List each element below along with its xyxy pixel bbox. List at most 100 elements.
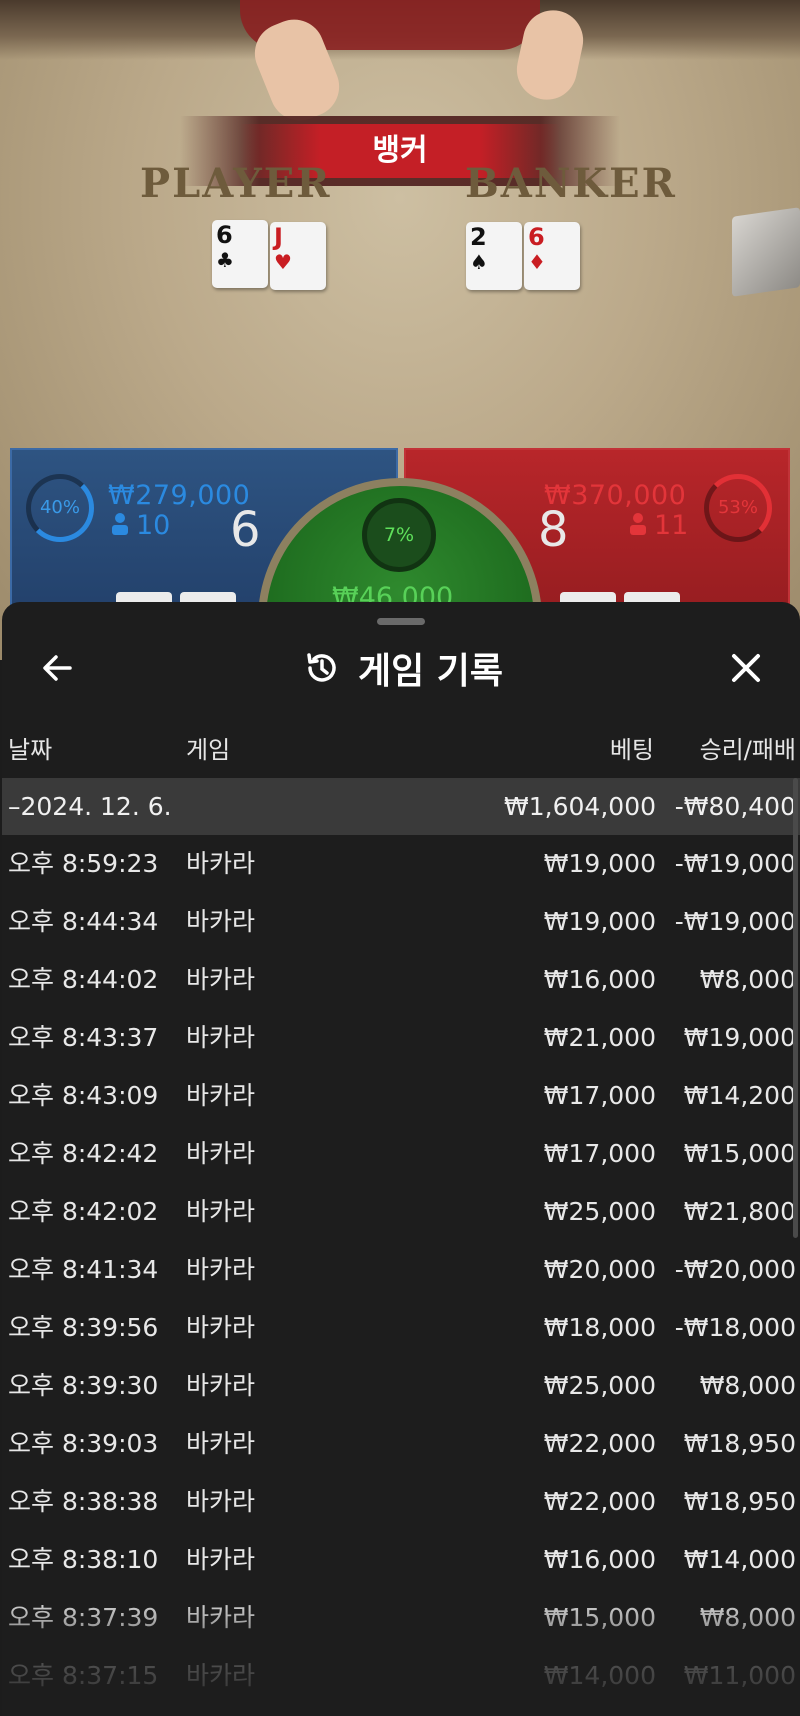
row-result: ₩19,000 xyxy=(683,1023,796,1052)
back-button[interactable] xyxy=(36,646,80,690)
date-group-row[interactable]: –2024. 12. 6. ₩1,604,000 -₩80,400 xyxy=(2,778,800,835)
drag-handle[interactable] xyxy=(377,618,425,625)
row-result: ₩11,000 xyxy=(683,1661,796,1690)
row-bet: ₩16,000 xyxy=(543,965,656,994)
row-bet: ₩22,000 xyxy=(543,1487,656,1516)
row-result: -₩19,000 xyxy=(674,907,796,936)
banker-percent: 53% xyxy=(717,497,758,518)
banker-score: 8 xyxy=(538,502,569,558)
row-bet: ₩17,000 xyxy=(543,1139,656,1168)
history-row[interactable]: 오후 8:43:37 바카라 ₩21,000 ₩19,000 xyxy=(2,1009,800,1067)
row-bet: ₩20,000 xyxy=(543,1255,656,1284)
row-time: 오후 8:59:23 xyxy=(8,849,159,878)
history-row[interactable]: 오후 8:38:38 바카라 ₩22,000 ₩18,950 xyxy=(2,1473,800,1531)
row-result: ₩15,000 xyxy=(683,1139,796,1168)
history-row[interactable]: 오후 8:42:42 바카라 ₩17,000 ₩15,000 xyxy=(2,1125,800,1183)
row-game: 바카라 xyxy=(186,1487,256,1516)
row-bet: ₩25,000 xyxy=(543,1197,656,1226)
history-row[interactable]: 오후 8:44:02 바카라 ₩16,000 ₩8,000 xyxy=(2,951,800,1009)
history-row[interactable]: 오후 8:59:23 바카라 ₩19,000 -₩19,000 xyxy=(2,835,800,893)
row-game: 바카라 xyxy=(186,965,256,994)
row-game: 바카라 xyxy=(186,1081,256,1110)
card-shoe xyxy=(732,207,800,297)
row-result: -₩20,000 xyxy=(674,1255,796,1284)
column-header-game: 게임 xyxy=(186,736,231,764)
row-time: 오후 8:44:34 xyxy=(8,907,159,936)
row-result: ₩8,000 xyxy=(699,965,796,994)
sheet-header: 게임 기록 xyxy=(2,632,800,704)
tie-percent-ring: 7% xyxy=(362,498,436,572)
history-row[interactable]: 오후 8:44:34 바카라 ₩19,000 -₩19,000 xyxy=(2,893,800,951)
row-game: 바카라 xyxy=(186,1603,256,1632)
row-time: 오후 8:44:02 xyxy=(8,965,159,994)
history-row[interactable]: 오후 8:41:34 바카라 ₩20,000 -₩20,000 xyxy=(2,1241,800,1299)
player-score: 6 xyxy=(230,502,261,558)
game-history-sheet: 게임 기록 날짜 게임 베팅 승리/패배 –2024. 12. 6. ₩1,60… xyxy=(2,602,800,1716)
history-row[interactable]: 오후 8:43:09 바카라 ₩17,000 ₩14,200 xyxy=(2,1067,800,1125)
player-percent-ring: 40% xyxy=(26,474,94,542)
row-bet: ₩22,000 xyxy=(543,1429,656,1458)
column-header-result: 승리/패배 xyxy=(699,736,796,764)
banker-felt-label: BANKER xyxy=(465,160,677,207)
player-felt-label: PLAYER xyxy=(140,160,332,207)
row-game: 바카라 xyxy=(186,1371,256,1400)
player-percent: 40% xyxy=(39,497,80,518)
row-result: -₩19,000 xyxy=(674,849,796,878)
row-result: ₩14,000 xyxy=(683,1545,796,1574)
column-header-bet: 베팅 xyxy=(609,736,654,764)
row-bet: ₩18,000 xyxy=(543,1313,656,1342)
row-time: 오후 8:38:10 xyxy=(8,1545,159,1574)
history-row[interactable]: 오후 8:39:30 바카라 ₩25,000 ₩8,000 xyxy=(2,1357,800,1415)
history-list: 오후 8:59:23 바카라 ₩19,000 -₩19,000 오후 8:44:34 바카… xyxy=(2,835,800,1705)
banker-percent-ring: 53% xyxy=(704,474,772,542)
row-bet: ₩19,000 xyxy=(543,907,656,936)
row-bet: ₩25,000 xyxy=(543,1371,656,1400)
user-icon xyxy=(110,512,130,540)
row-game: 바카라 xyxy=(186,1023,256,1052)
close-button[interactable] xyxy=(724,646,768,690)
row-time: 오후 8:43:37 xyxy=(8,1023,159,1052)
row-time: 오후 8:39:30 xyxy=(8,1371,159,1400)
row-result: ₩21,800 xyxy=(683,1197,796,1226)
banker-bettor-count: 11 xyxy=(654,510,689,541)
row-bet: ₩14,000 xyxy=(543,1661,656,1690)
row-time: 오후 8:42:42 xyxy=(8,1139,159,1168)
row-result: ₩8,000 xyxy=(699,1603,796,1632)
date-group-bet-total: ₩1,604,000 xyxy=(504,792,656,821)
history-icon xyxy=(307,653,336,682)
row-time: 오후 8:39:56 xyxy=(8,1313,159,1342)
row-game: 바카라 xyxy=(186,907,256,936)
history-row[interactable]: 오후 8:38:10 바카라 ₩16,000 ₩14,000 xyxy=(2,1531,800,1589)
row-bet: ₩19,000 xyxy=(543,849,656,878)
row-game: 바카라 xyxy=(186,1661,256,1690)
date-group-result-total: -₩80,400 xyxy=(674,792,796,821)
player-total-bet: ₩279,000 xyxy=(108,480,251,511)
close-icon xyxy=(732,654,760,682)
row-bet: ₩16,000 xyxy=(543,1545,656,1574)
player-card-2: J ♥ xyxy=(270,222,326,290)
row-game: 바카라 xyxy=(186,849,256,878)
sheet-title: 게임 기록 xyxy=(358,651,504,692)
scrollbar[interactable] xyxy=(793,778,798,1238)
row-time: 오후 8:42:02 xyxy=(8,1197,159,1226)
player-bettor-count: 10 xyxy=(136,510,171,541)
row-bet: ₩21,000 xyxy=(543,1023,656,1052)
date-group-label: –2024. 12. 6. xyxy=(8,792,172,821)
user-icon xyxy=(628,512,648,540)
row-game: 바카라 xyxy=(186,1255,256,1284)
row-time: 오후 8:43:09 xyxy=(8,1081,159,1110)
history-row[interactable]: 오후 8:37:15 바카라 ₩14,000 ₩11,000 xyxy=(2,1647,800,1705)
history-row[interactable]: 오후 8:39:56 바카라 ₩18,000 -₩18,000 xyxy=(2,1299,800,1357)
history-row[interactable]: 오후 8:42:02 바카라 ₩25,000 ₩21,800 xyxy=(2,1183,800,1241)
row-bet: ₩15,000 xyxy=(543,1603,656,1632)
row-result: ₩18,950 xyxy=(683,1487,796,1516)
row-time: 오후 8:38:38 xyxy=(8,1487,159,1516)
arrow-left-icon xyxy=(43,655,72,681)
row-result: ₩18,950 xyxy=(683,1429,796,1458)
player-card-1: 6 ♣ xyxy=(212,220,268,288)
row-time: 오후 8:41:34 xyxy=(8,1255,159,1284)
history-row[interactable]: 오후 8:37:39 바카라 ₩15,000 ₩8,000 xyxy=(2,1589,800,1647)
column-header-date: 날짜 xyxy=(8,736,53,764)
history-row[interactable]: 오후 8:39:03 바카라 ₩22,000 ₩18,950 xyxy=(2,1415,800,1473)
row-game: 바카라 xyxy=(186,1429,256,1458)
